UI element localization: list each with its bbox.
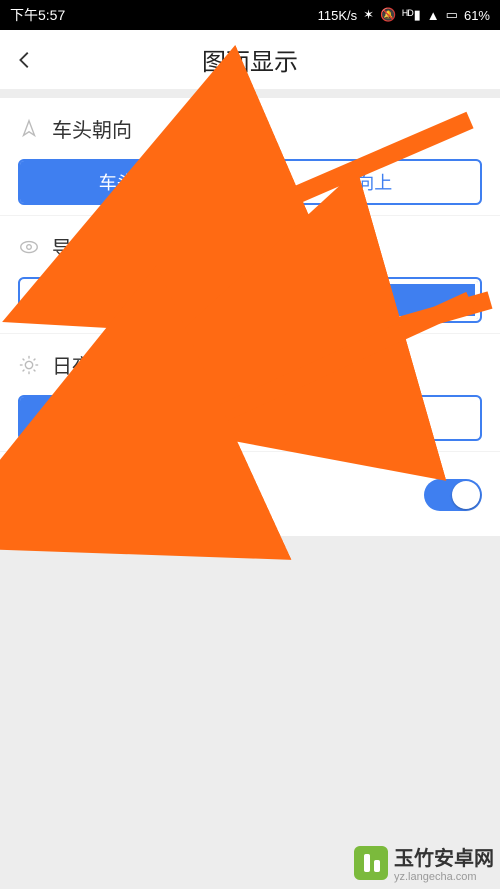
status-battery: 61% bbox=[464, 8, 490, 23]
daynight-option-auto[interactable]: 自动 bbox=[20, 397, 173, 439]
chevron-left-icon bbox=[14, 49, 36, 71]
navbar: 图面显示 bbox=[0, 30, 500, 90]
view-segment: 3D 2D bbox=[18, 277, 482, 323]
daynight-segment: 自动 白天 夜间 bbox=[18, 395, 482, 441]
low-brightness-title: 低亮度导航 bbox=[54, 468, 410, 497]
status-speed: 115K/s bbox=[318, 8, 358, 23]
section-title: 日夜模式 bbox=[52, 350, 132, 379]
low-brightness-switch[interactable] bbox=[424, 479, 482, 511]
bluetooth-icon: ✶ bbox=[363, 7, 374, 23]
watermark-brand: 玉竹安卓网 bbox=[394, 848, 494, 870]
view-option-3d[interactable]: 3D bbox=[20, 279, 248, 321]
status-right: 115K/s ✶ 🔕 ᴴᴰ▮ ▲ ▭ 61% bbox=[318, 7, 490, 23]
back-button[interactable] bbox=[0, 30, 50, 89]
sun-icon bbox=[18, 354, 40, 376]
daynight-option-day[interactable]: 白天 bbox=[173, 397, 327, 439]
heading-option-north-up[interactable]: 北向上 bbox=[250, 161, 481, 203]
page-title: 图面显示 bbox=[0, 42, 500, 77]
settings-content: 车头朝向 车头向上 北向上 导航视角 3D 2D 日夜模式 自动 白天 bbox=[0, 98, 500, 536]
brightness-icon bbox=[18, 484, 40, 506]
section-title: 导航视角 bbox=[52, 232, 132, 261]
section-daynight: 日夜模式 自动 白天 夜间 bbox=[0, 333, 500, 451]
watermark: 玉竹安卓网 yz.langecha.com bbox=[354, 842, 494, 883]
battery-icon: ▭ bbox=[446, 7, 458, 23]
view-option-2d[interactable]: 2D bbox=[250, 281, 479, 319]
low-brightness-subtitle: 为省电，导航中将降低屏幕亮度 bbox=[54, 501, 410, 522]
section-low-brightness: 低亮度导航 为省电，导航中将降低屏幕亮度 bbox=[0, 451, 500, 532]
watermark-url: yz.langecha.com bbox=[394, 871, 494, 883]
wifi-icon: ▲ bbox=[427, 8, 440, 23]
mute-icon: 🔕 bbox=[380, 7, 396, 23]
section-title: 车头朝向 bbox=[52, 114, 132, 143]
compass-arrow-icon bbox=[18, 118, 40, 140]
status-bar: 下午5:57 115K/s ✶ 🔕 ᴴᴰ▮ ▲ ▭ 61% bbox=[0, 0, 500, 30]
status-time: 下午5:57 bbox=[10, 5, 65, 25]
section-heading: 车头朝向 车头向上 北向上 bbox=[0, 98, 500, 215]
eye-icon bbox=[18, 236, 40, 258]
daynight-option-night[interactable]: 夜间 bbox=[326, 397, 480, 439]
switch-knob bbox=[452, 481, 480, 509]
heading-segment: 车头向上 北向上 bbox=[18, 159, 482, 205]
watermark-icon bbox=[354, 846, 388, 880]
bottom-spacer bbox=[0, 536, 500, 816]
signal-icon: ᴴᴰ▮ bbox=[402, 7, 421, 23]
heading-option-car-up[interactable]: 车头向上 bbox=[20, 161, 250, 203]
section-view: 导航视角 3D 2D bbox=[0, 215, 500, 333]
